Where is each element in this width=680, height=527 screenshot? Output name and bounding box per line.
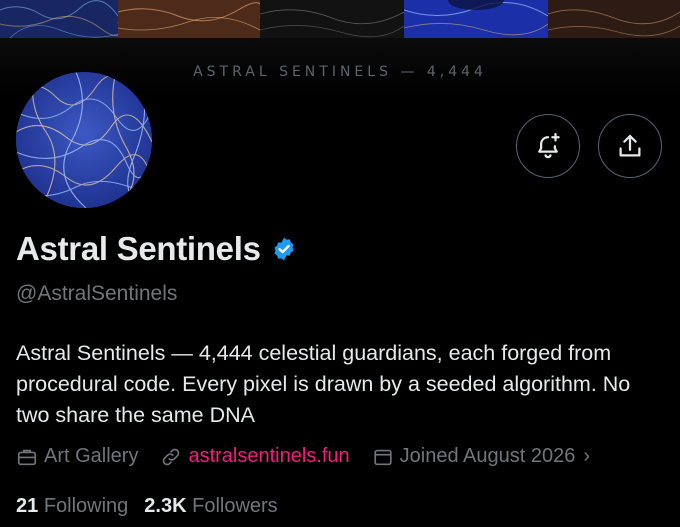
- banner-tile: [548, 0, 680, 38]
- followers-label: Followers: [192, 495, 278, 517]
- profile-stats: 21 Following 2.3K Followers: [16, 495, 294, 518]
- verified-badge-icon: [274, 237, 294, 261]
- notify-button[interactable]: [516, 114, 580, 178]
- chevron-right-icon: ›: [583, 445, 591, 467]
- joined-item[interactable]: Joined August 2026 ›: [372, 445, 590, 468]
- calendar-icon: [374, 449, 392, 465]
- following-count: 21: [16, 495, 39, 517]
- category-label: Art Gallery: [44, 445, 139, 467]
- category-item: Art Gallery: [16, 445, 138, 468]
- banner-tile: [118, 0, 260, 38]
- website-link[interactable]: astralsentinels.fun: [188, 445, 349, 468]
- name-row: Astral Sentinels: [16, 230, 297, 268]
- followers-count: 2.3K: [144, 495, 187, 517]
- bio: Astral Sentinels — 4,444 celestial guard…: [16, 341, 631, 427]
- briefcase-icon: [17, 449, 37, 465]
- link-icon: [163, 448, 180, 465]
- following-label: Following: [43, 495, 129, 517]
- profile-banner[interactable]: [0, 0, 680, 38]
- following-link[interactable]: 21 Following: [16, 495, 128, 518]
- avatar[interactable]: [16, 72, 152, 208]
- share-button[interactable]: [598, 114, 662, 178]
- handle: @AstralSentinels: [16, 282, 178, 305]
- profile-meta: Art Gallery astralsentinels.fun Joined A…: [16, 445, 590, 468]
- banner-tile: [404, 0, 548, 38]
- banner-tile: [260, 0, 404, 38]
- joined-label: Joined August 2026: [399, 445, 576, 467]
- display-name: Astral Sentinels: [16, 230, 261, 267]
- banner-tile: [0, 0, 118, 38]
- bell-plus-icon: [538, 133, 560, 159]
- share-upload-icon: [619, 134, 641, 157]
- website-item[interactable]: astralsentinels.fun: [160, 445, 350, 468]
- followers-link[interactable]: 2.3K Followers: [144, 495, 277, 518]
